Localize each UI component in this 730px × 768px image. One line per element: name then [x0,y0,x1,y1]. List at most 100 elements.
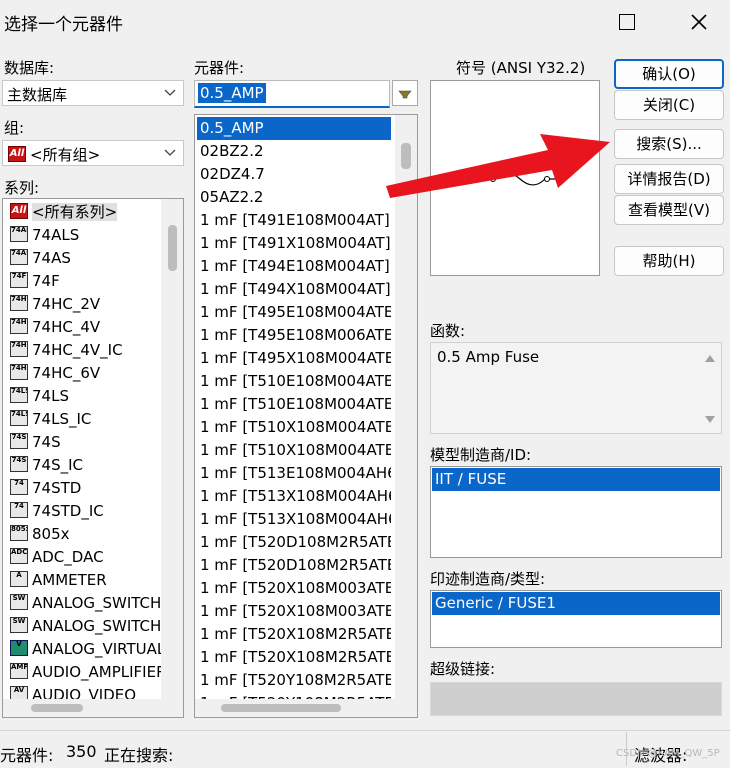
family-item-label: AUDIO_AMPLIFIER [32,663,161,681]
family-item-label: 74STD [32,479,82,497]
component-list-item[interactable]: 1 mF [T491X108M004AT] [197,232,391,255]
scroll-up-icon[interactable] [704,353,716,363]
component-list-item[interactable]: 1 mF [T510E108M004ATE [197,393,391,416]
filter-icon [398,90,412,99]
family-list-item[interactable]: SW ANALOG_SWITCH [5,592,161,615]
component-list-item[interactable]: 1 mF [T510X108M004ATE [197,439,391,462]
family-hscroll-thumb[interactable] [31,704,83,712]
component-list-item[interactable]: 0.5_AMP [197,117,391,140]
family-list-item[interactable]: All <所有系列> [5,201,161,224]
view-model-button[interactable]: 查看模型(V) [614,195,724,225]
component-list-item[interactable]: 1 mF [T520D108M2R5ATE [197,554,391,577]
family-item-label: ANALOG_SWITCH [32,594,161,612]
family-list-item[interactable]: 74 74STD [5,477,161,500]
database-label: 数据库: [4,59,55,77]
family-icon: 74LS [10,410,28,426]
component-list-item[interactable]: 1 mF [T494X108M004AT] [197,278,391,301]
model-label: 模型制造商/ID: [430,446,532,464]
family-list-item[interactable]: 74AS74AS [5,247,161,270]
family-item-label: 74ALS [32,226,80,244]
family-hscrollbar[interactable] [3,699,183,717]
maximize-button[interactable] [604,6,650,38]
component-hscrollbar[interactable] [195,699,417,717]
component-list-item[interactable]: 1 mF [T520X108M003ATE [197,577,391,600]
component-list-item[interactable]: 1 mF [T520X108M2R5ATE [197,623,391,646]
footprint-list-item[interactable]: Generic / FUSE1 [432,592,720,615]
component-list-item[interactable]: 1 mF [T513X108M004AH6 [197,508,391,531]
footprint-list[interactable]: Generic / FUSE1 [430,590,722,648]
family-icon: 74 [10,502,28,518]
family-list-item[interactable]: 74S 74S_IC [5,454,161,477]
help-button[interactable]: 帮助(H) [614,246,724,276]
family-item-label: 74LS [32,387,69,405]
family-icon: 74HC [10,341,28,357]
component-list-item[interactable]: 1 mF [T520X108M003ATE [197,600,391,623]
component-list-item[interactable]: 1 mF [T495E108M006ATE [197,324,391,347]
component-list-item[interactable]: 05AZ2.2 [197,186,391,209]
component-filter-button[interactable] [392,80,418,106]
family-list-item[interactable]: 74LS74LS_IC [5,408,161,431]
window-title: 选择一个元器件 [4,15,123,35]
family-list-item[interactable]: A AMMETER [5,569,161,592]
family-icon: AMP [10,663,28,679]
component-count-label: 元器件: [0,746,54,765]
close-window-button[interactable] [676,6,722,38]
component-input[interactable]: 0.5_AMP [194,80,390,108]
component-list-item[interactable]: 1 mF [T513E108M004AH6 [197,462,391,485]
family-list-item[interactable]: 74ALS74ALS [5,224,161,247]
close-button[interactable]: 关闭(C) [614,90,724,120]
ok-button[interactable]: 确认(O) [614,59,724,89]
family-list[interactable]: All<所有系列>74ALS74ALS74AS74AS74F74F74HC74H… [2,198,184,718]
family-list-item[interactable]: 74 74STD_IC [5,500,161,523]
hyperlink-field[interactable] [430,682,722,716]
component-list-item[interactable]: 02BZ2.2 [197,140,391,163]
family-list-item[interactable]: 74HC74HC_4V [5,316,161,339]
component-list-item[interactable]: 1 mF [T513X108M004AH6 [197,485,391,508]
family-list-item[interactable]: V ANALOG_VIRTUAL [5,638,161,661]
family-item-label: AMMETER [32,571,107,589]
family-list-item[interactable]: 74S 74S [5,431,161,454]
family-list-item[interactable]: 74HC74HC_4V_IC [5,339,161,362]
component-vscrollbar[interactable] [395,115,417,699]
component-list-item[interactable]: 1 mF [T510X108M004ATE [197,416,391,439]
family-item-label: 74F [32,272,60,290]
family-list-item[interactable]: ADC ADC_DAC [5,546,161,569]
component-list-item[interactable]: 1 mF [T494E108M004AT] [197,255,391,278]
model-list-item[interactable]: IIT / FUSE [432,468,720,491]
family-item-label: 74S_IC [32,456,84,474]
family-item-label: 74AS [32,249,71,267]
component-hscroll-thumb[interactable] [221,704,341,712]
component-list-item[interactable]: 02DZ4.7 [197,163,391,186]
family-item-label: 805x [32,525,70,543]
database-select[interactable]: 主数据库 [2,80,184,106]
component-list-item[interactable]: 1 mF [T520X108M2R5ATE [197,646,391,669]
scroll-down-icon[interactable] [704,415,716,425]
component-list-item[interactable]: 1 mF [T495X108M004ATE [197,347,391,370]
family-item-label: ANALOG_VIRTUAL [32,640,161,658]
all-icon: All [8,146,26,162]
family-list-item[interactable]: 74F 74F [5,270,161,293]
component-list-item[interactable]: 1 mF [T491E108M004AT] [197,209,391,232]
component-list-item[interactable]: 1 mF [T495E108M004ATE [197,301,391,324]
family-list-item[interactable]: SW ANALOG_SWITCH [5,615,161,638]
family-vscroll-thumb[interactable] [168,225,177,271]
component-list-item[interactable]: 1 mF [T520Y108M2R5ATE [197,669,391,692]
component-list-item[interactable]: 1 mF [T520D108M2R5ATE [197,531,391,554]
family-item-label: ANALOG_SWITCH [32,617,161,635]
family-icon: 74HC [10,364,28,380]
function-box: 0.5 Amp Fuse [430,342,722,434]
family-list-item[interactable]: 74HC74HC_2V [5,293,161,316]
family-list-item[interactable]: 805x805x [5,523,161,546]
family-list-item[interactable]: 74LS74LS [5,385,161,408]
component-list-item[interactable]: 1 mF [T510E108M004ATE [197,370,391,393]
search-button[interactable]: 搜索(S)... [614,129,724,159]
model-list[interactable]: IIT / FUSE [430,466,722,558]
family-list-item[interactable]: AMP AUDIO_AMPLIFIER [5,661,161,684]
component-list[interactable]: 0.5_AMP 02BZ2.2 02DZ4.7 05AZ2.2 1 mF [T491E1… [194,114,418,718]
family-icon: 74ALS [10,226,28,242]
status-divider [0,730,730,731]
family-vscrollbar[interactable] [161,199,183,699]
group-select[interactable]: All <所有组> [2,140,184,166]
detail-report-button[interactable]: 详情报告(D) [614,164,724,194]
family-list-item[interactable]: 74HC74HC_6V [5,362,161,385]
